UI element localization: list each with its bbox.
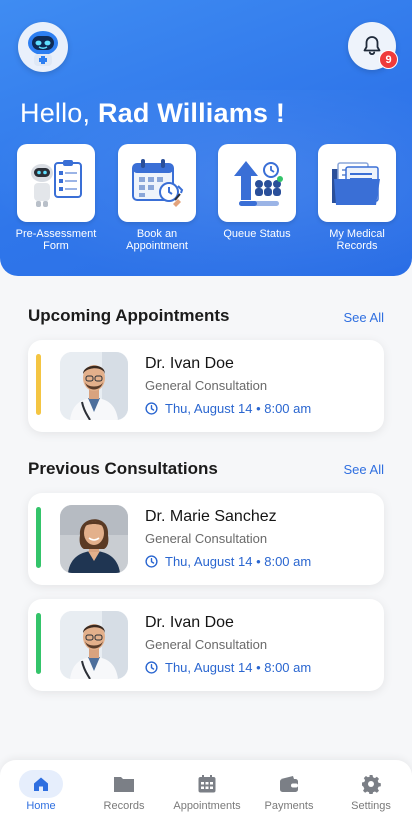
quick-action-pre-assessment[interactable]: Pre-Assessment Form xyxy=(6,144,106,252)
nav-label: Payments xyxy=(264,800,314,812)
consultation-time: Thu, August 14 • 8:00 am xyxy=(145,554,311,569)
quick-action-book-appointment[interactable]: Book an Appointment xyxy=(107,144,207,252)
quick-actions: Pre-Assessment Form Book an Appointment … xyxy=(0,144,412,264)
upcoming-see-all-link[interactable]: See All xyxy=(344,310,384,325)
appointment-time: Thu, August 14 • 8:00 am xyxy=(145,401,311,416)
calendar-booking-icon xyxy=(118,144,196,222)
consultation-time: Thu, August 14 • 8:00 am xyxy=(145,660,311,675)
nav-item-settings[interactable]: Settings xyxy=(330,760,412,824)
previous-section-title: Previous Consultations xyxy=(28,459,218,478)
status-stripe xyxy=(36,507,41,568)
nav-item-appointments[interactable]: Appointments xyxy=(166,760,248,824)
consultation-datetime: Thu, August 14 • 8:00 am xyxy=(165,554,312,569)
quick-action-label: My Medical Records xyxy=(329,228,385,252)
consultation-type: General Consultation xyxy=(145,637,268,652)
clock-icon xyxy=(145,555,158,568)
doctor-name: Dr. Ivan Doe xyxy=(145,355,234,372)
nav-label: Home xyxy=(26,800,56,812)
calendar-icon xyxy=(198,775,216,793)
nav-item-records[interactable]: Records xyxy=(83,760,165,824)
nav-label: Appointments xyxy=(173,800,241,812)
consultation-card[interactable]: Dr. Ivan Doe General Consultation Thu, A… xyxy=(28,599,384,691)
consultation-type: General Consultation xyxy=(145,378,268,393)
quick-action-label: Book an Appointment xyxy=(126,228,188,252)
gear-icon xyxy=(362,775,381,794)
home-icon xyxy=(34,777,48,791)
bottom-navigation: Home Records Appointments Payments Setti… xyxy=(0,760,412,824)
quick-action-label: Pre-Assessment Form xyxy=(15,228,97,252)
medical-folder-icon xyxy=(318,144,396,222)
quick-action-medical-records[interactable]: My Medical Records xyxy=(307,144,407,252)
clock-icon xyxy=(145,402,158,415)
nav-item-payments[interactable]: Payments xyxy=(248,760,330,824)
greeting-prefix: Hello, xyxy=(20,98,91,128)
appointment-card[interactable]: Dr. Ivan Doe General Consultation Thu, A… xyxy=(28,340,384,432)
wallet-icon xyxy=(280,776,298,792)
consultation-datetime: Thu, August 14 • 8:00 am xyxy=(165,660,312,675)
appointment-datetime: Thu, August 14 • 8:00 am xyxy=(165,401,312,416)
notification-badge: 9 xyxy=(379,50,398,69)
clock-icon xyxy=(145,661,158,674)
doctor-avatar xyxy=(60,352,128,420)
status-stripe xyxy=(36,613,41,674)
consultation-card[interactable]: Dr. Marie Sanchez General Consultation T… xyxy=(28,493,384,585)
doctor-name: Dr. Ivan Doe xyxy=(145,614,234,631)
notification-button[interactable]: 9 xyxy=(348,22,398,70)
robot-logo-icon[interactable] xyxy=(18,22,68,72)
previous-see-all-link[interactable]: See All xyxy=(344,462,384,477)
nav-label: Settings xyxy=(351,800,391,812)
status-stripe xyxy=(36,354,41,415)
folder-icon xyxy=(114,777,134,792)
quick-action-queue-status[interactable]: Queue Status xyxy=(207,144,307,240)
header-banner: 9 Hello, Rad Williams ! Pre-Assessment F… xyxy=(0,0,412,276)
consultation-type: General Consultation xyxy=(145,531,268,546)
doctor-name: Dr. Marie Sanchez xyxy=(145,508,277,525)
quick-action-label: Queue Status xyxy=(223,228,291,240)
upcoming-section-title: Upcoming Appointments xyxy=(28,306,230,325)
doctor-avatar xyxy=(60,611,128,679)
queue-status-icon xyxy=(218,144,296,222)
nav-item-home[interactable]: Home xyxy=(0,760,82,824)
robot-form-icon xyxy=(17,144,95,222)
user-name: Rad Williams ! xyxy=(97,98,286,128)
nav-label: Records xyxy=(103,800,145,812)
greeting: Hello, Rad Williams ! xyxy=(20,98,285,129)
doctor-avatar xyxy=(60,505,128,573)
